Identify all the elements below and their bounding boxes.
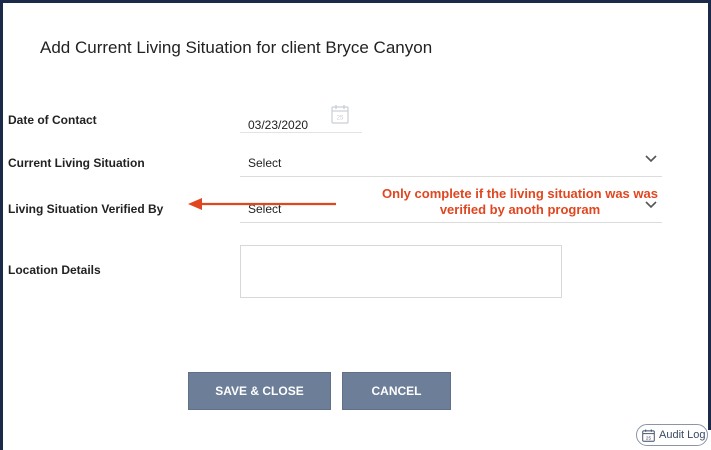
location-details-textarea[interactable] [240,245,562,298]
location-details-label: Location Details [8,263,101,277]
current-living-situation-select[interactable]: Select [240,152,662,177]
calendar-icon: 25 [642,428,655,442]
verified-by-label: Living Situation Verified By [8,202,164,216]
cancel-button[interactable]: CANCEL [342,372,451,410]
date-of-contact-value[interactable]: 03/23/2020 [248,118,308,132]
date-of-contact-field[interactable]: 03/23/2020 25 [240,104,362,133]
annotation-line-1: Only complete if the living situation wa… [382,186,658,201]
calendar-icon[interactable]: 25 [331,104,349,124]
current-living-situation-label: Current Living Situation [8,156,145,170]
dialog-border-left [0,0,3,450]
date-of-contact-label: Date of Contact [8,113,97,127]
audit-log-label: Audit Log [659,429,706,441]
chevron-down-icon[interactable] [644,154,658,164]
current-living-situation-value: Select [248,156,282,170]
annotation-arrow [188,198,336,210]
dialog-title: Add Current Living Situation for client … [40,38,433,57]
dialog-border-top [0,0,711,3]
audit-icon-day: 25 [646,435,652,440]
audit-log-button[interactable]: 25 Audit Log [636,424,708,446]
annotation-line-2: verified by anoth program [439,202,601,217]
save-close-button[interactable]: SAVE & CLOSE [188,372,331,410]
calendar-icon-day: 25 [337,116,344,122]
annotation-note: Only complete if the living situation wa… [330,186,710,218]
